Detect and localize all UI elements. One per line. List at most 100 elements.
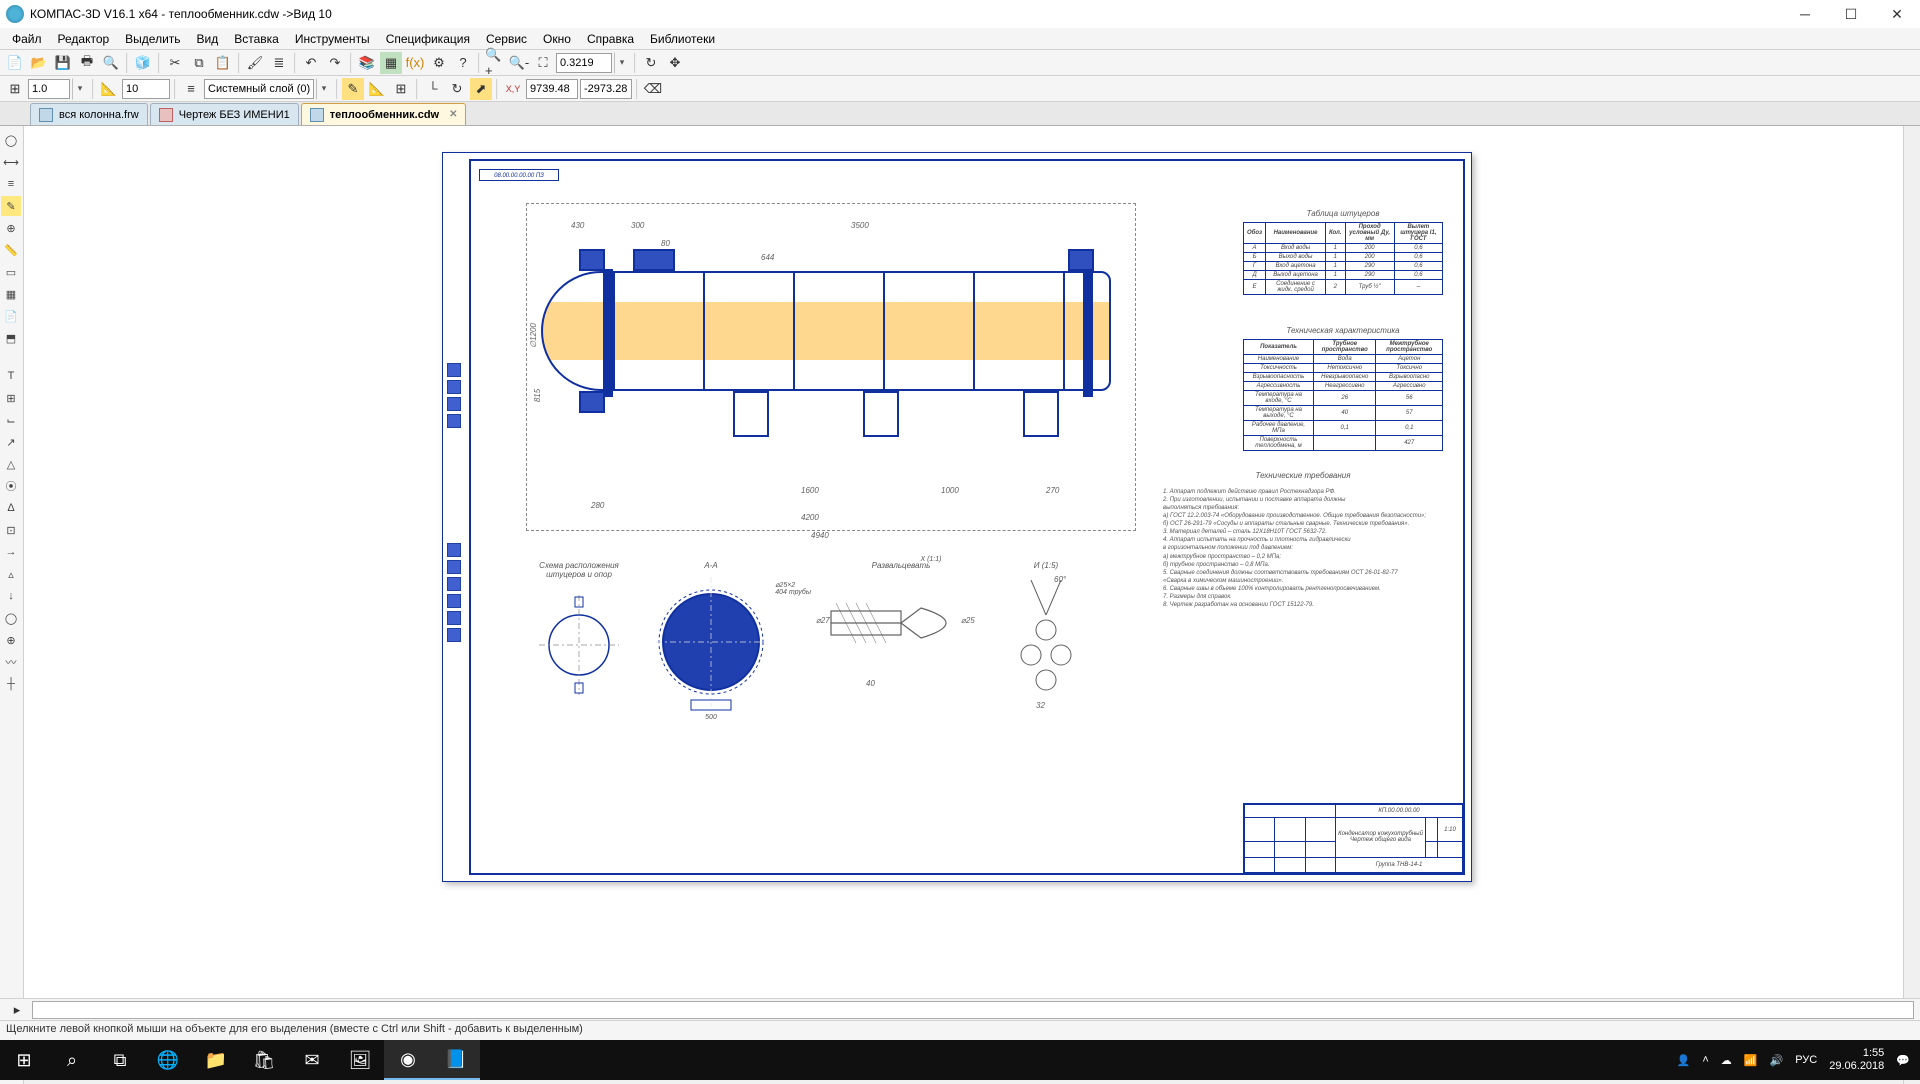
tool-arrow[interactable]: → xyxy=(1,542,21,562)
round-button[interactable]: ↻ xyxy=(446,78,468,100)
menu-editor[interactable]: Редактор xyxy=(50,30,118,48)
word-taskbar-icon[interactable]: 📘 xyxy=(432,1040,480,1080)
open-button[interactable]: 📂 xyxy=(28,52,50,74)
tool-brand[interactable]: △ xyxy=(1,454,21,474)
tray-lang[interactable]: РУС xyxy=(1795,1054,1817,1066)
tool-leader[interactable]: ↗ xyxy=(1,432,21,452)
menu-libraries[interactable]: Библиотеки xyxy=(642,30,723,48)
tree-button[interactable]: ⊞ xyxy=(4,78,26,100)
search-button[interactable]: ⌕ xyxy=(48,1040,96,1080)
tool-text[interactable]: Т xyxy=(1,366,21,386)
explorer-icon[interactable]: 📁 xyxy=(192,1040,240,1080)
dimensions-icon[interactable]: ⟷ xyxy=(1,152,21,172)
doc-tab-2[interactable]: теплообменник.cdw ✕ xyxy=(301,103,467,125)
scale-dropdown[interactable]: ▾ xyxy=(72,78,88,100)
menu-file[interactable]: Файл xyxy=(4,30,50,48)
spec-icon[interactable]: ▦ xyxy=(1,284,21,304)
print-button[interactable]: 🖶 xyxy=(76,52,98,74)
zoom-window-button[interactable]: ⛶ xyxy=(532,52,554,74)
edit-icon[interactable]: ✎ xyxy=(1,196,21,216)
redo-button[interactable]: ↷ xyxy=(324,52,346,74)
canvas[interactable]: 08.00.00.00.00 ПЗ xyxy=(24,126,1920,1084)
mail-icon[interactable]: ✉ xyxy=(288,1040,336,1080)
scale-input[interactable] xyxy=(28,79,70,99)
menu-service[interactable]: Сервис xyxy=(478,30,535,48)
start-button[interactable]: ⊞ xyxy=(0,1040,48,1080)
tool-table[interactable]: ⊞ xyxy=(1,388,21,408)
kompas-taskbar-icon[interactable]: ◉ xyxy=(384,1040,432,1080)
brush-icon[interactable]: 🖌 xyxy=(244,52,266,74)
doc-tab-1[interactable]: Чертеж БЕЗ ИМЕНИ1 xyxy=(150,103,299,125)
cmd-type-icon[interactable]: ▸ xyxy=(6,999,28,1021)
end-button[interactable]: ⌫ xyxy=(642,78,664,100)
clock[interactable]: 1:55 29.06.2018 xyxy=(1829,1047,1884,1073)
tray-network-icon[interactable]: 📶 xyxy=(1744,1054,1758,1067)
menu-tools[interactable]: Инструменты xyxy=(287,30,378,48)
tray-people-icon[interactable]: 👤 xyxy=(1677,1054,1691,1067)
taskview-button[interactable]: ⧉ xyxy=(96,1040,144,1080)
command-input[interactable] xyxy=(32,1001,1914,1019)
cut-button[interactable]: ✂ xyxy=(164,52,186,74)
coord-y-input[interactable] xyxy=(580,79,632,99)
tool-tolerance[interactable]: ⊡ xyxy=(1,520,21,540)
measure-icon[interactable]: 📏 xyxy=(1,240,21,260)
size-input[interactable] xyxy=(122,79,170,99)
grid-button[interactable]: ⊞ xyxy=(390,78,412,100)
store-icon[interactable]: 🛍 xyxy=(240,1040,288,1080)
menu-view[interactable]: Вид xyxy=(189,30,227,48)
menu-spec[interactable]: Спецификация xyxy=(378,30,478,48)
copy-button[interactable]: ⧉ xyxy=(188,52,210,74)
tool-remote[interactable]: ◯ xyxy=(1,608,21,628)
geometry-icon[interactable]: ◯ xyxy=(1,130,21,150)
maximize-button[interactable]: ☐ xyxy=(1828,0,1874,28)
pan-button[interactable]: ✥ xyxy=(664,52,686,74)
close-button[interactable]: ✕ xyxy=(1874,0,1920,28)
zoom-dropdown[interactable]: ▾ xyxy=(614,52,630,74)
help-button[interactable]: ? xyxy=(452,52,474,74)
tool-base[interactable]: ⌙ xyxy=(1,410,21,430)
insert-icon[interactable]: ⬒ xyxy=(1,328,21,348)
notation-icon[interactable]: ≡ xyxy=(1,174,21,194)
menu-insert[interactable]: Вставка xyxy=(226,30,287,48)
menu-help[interactable]: Справка xyxy=(579,30,642,48)
tool-axis[interactable]: ┼ xyxy=(1,674,21,694)
tray-onedrive-icon[interactable]: ☁ xyxy=(1721,1054,1732,1067)
tool-view[interactable]: ↓ xyxy=(1,586,21,606)
zoom-input[interactable] xyxy=(556,53,612,73)
library-button[interactable]: 📚 xyxy=(356,52,378,74)
param-icon[interactable]: ⊕ xyxy=(1,218,21,238)
reports-icon[interactable]: 📄 xyxy=(1,306,21,326)
notifications-icon[interactable]: 💬 xyxy=(1896,1054,1910,1067)
edge-icon[interactable]: 🌐 xyxy=(144,1040,192,1080)
paste-button[interactable]: 📋 xyxy=(212,52,234,74)
tool-center[interactable]: ⊕ xyxy=(1,630,21,650)
tool-mark[interactable]: ⦿ xyxy=(1,476,21,496)
vertical-scrollbar[interactable] xyxy=(1903,126,1920,1084)
doc-tab-0[interactable]: вся колонна.frw xyxy=(30,103,148,125)
menu-select[interactable]: Выделить xyxy=(117,30,188,48)
preview-button[interactable]: 🔍 xyxy=(100,52,122,74)
refresh-button[interactable]: ↻ xyxy=(640,52,662,74)
tool-cut[interactable]: ▵ xyxy=(1,564,21,584)
cube-icon[interactable]: 🧊 xyxy=(132,52,154,74)
new-button[interactable]: 📄 xyxy=(4,52,26,74)
coord-x-input[interactable] xyxy=(526,79,578,99)
ortho-button[interactable]: └ xyxy=(422,78,444,100)
save-button[interactable]: 💾 xyxy=(52,52,74,74)
variables-button[interactable]: ⚙ xyxy=(428,52,450,74)
layer-dropdown[interactable]: ▾ xyxy=(316,78,332,100)
tool-change[interactable]: Δ xyxy=(1,498,21,518)
select-icon[interactable]: ▭ xyxy=(1,262,21,282)
tray-volume-icon[interactable]: 🔊 xyxy=(1770,1054,1784,1067)
undo-button[interactable]: ↶ xyxy=(300,52,322,74)
binding-button[interactable]: 📐 xyxy=(366,78,388,100)
zoom-in-button[interactable]: 🔍+ xyxy=(484,52,506,74)
minimize-button[interactable]: ─ xyxy=(1782,0,1828,28)
size-icon[interactable]: 📐 xyxy=(98,78,120,100)
menu-window[interactable]: Окно xyxy=(535,30,579,48)
properties-button[interactable]: ≣ xyxy=(268,52,290,74)
tray-chevron-icon[interactable]: ˄ xyxy=(1702,1054,1708,1066)
tab-close-button[interactable]: ✕ xyxy=(449,109,457,120)
toolbar-button[interactable]: ▦ xyxy=(380,52,402,74)
lcs-button[interactable]: ⬈ xyxy=(470,78,492,100)
